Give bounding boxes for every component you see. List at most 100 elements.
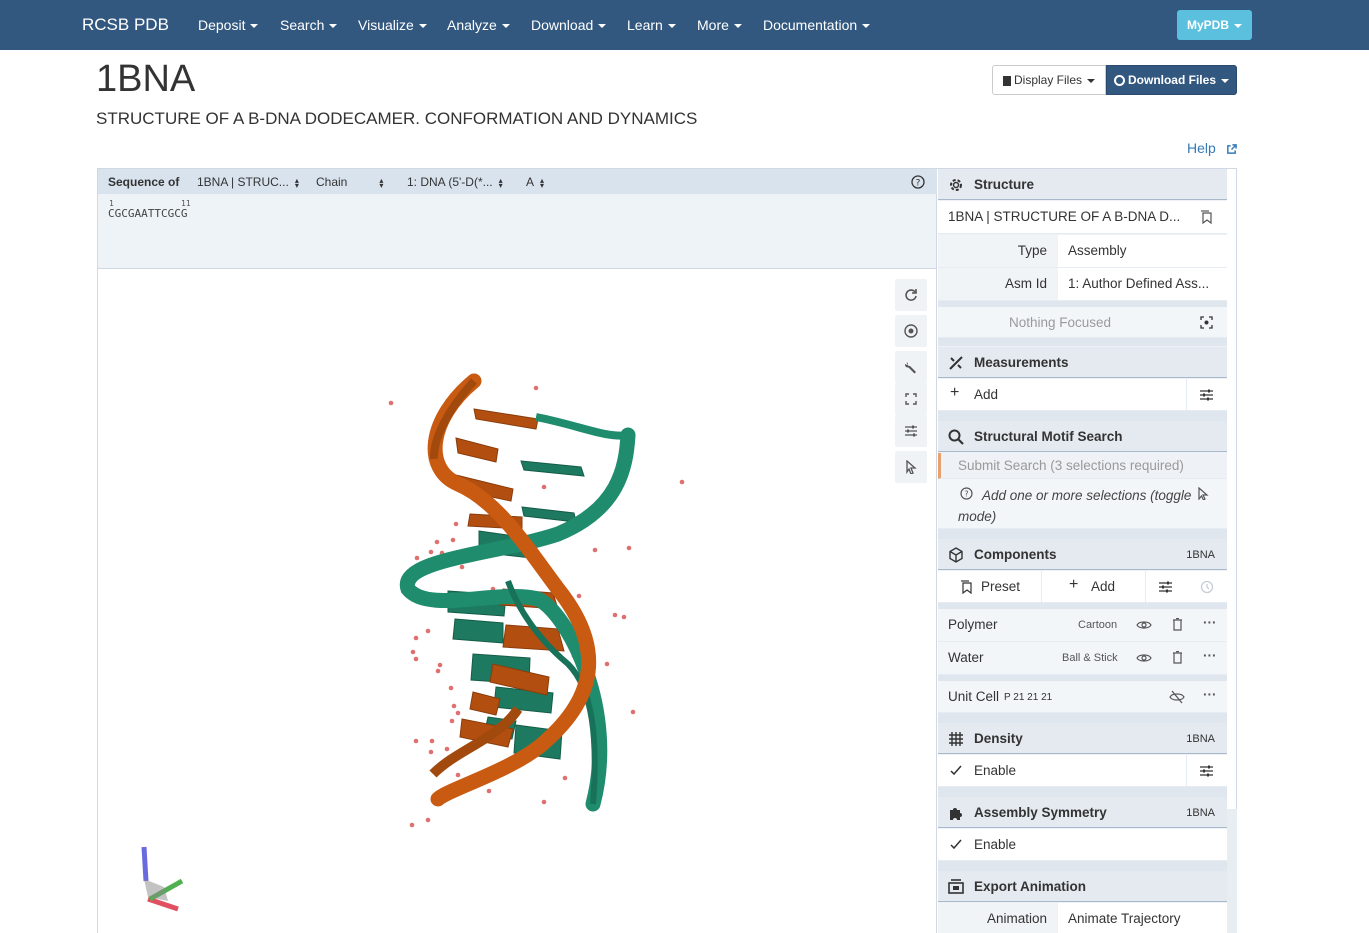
- components-section-header[interactable]: Components 1BNA: [938, 539, 1227, 570]
- density-section-header[interactable]: Density 1BNA: [938, 723, 1227, 754]
- check-icon: [950, 839, 962, 850]
- structure-select[interactable]: 1BNA | STRUC... ▴ ▾: [197, 175, 299, 189]
- structure-section-header[interactable]: Structure: [938, 169, 1227, 200]
- selection-mode-button[interactable]: [895, 451, 927, 483]
- add-component-button[interactable]: + Add: [1042, 571, 1145, 602]
- preset-button[interactable]: Preset: [938, 571, 1041, 602]
- structure-type-row[interactable]: Type Assembly: [938, 235, 1227, 268]
- reset-view-button[interactable]: [895, 279, 927, 311]
- check-icon: [950, 765, 962, 776]
- control-panel: Structure 1BNA | STRUCTURE OF A B-DNA D.…: [938, 169, 1227, 933]
- nav-analyze[interactable]: Analyze: [447, 17, 510, 33]
- nav-documentation[interactable]: Documentation: [763, 17, 871, 33]
- motif-submit-row[interactable]: Submit Search (3 selections required): [938, 453, 1227, 479]
- sequence-residues[interactable]: CGCGAATTCGCG: [108, 207, 187, 220]
- assembly-symmetry-section-header[interactable]: Assembly Symmetry 1BNA: [938, 797, 1227, 828]
- sliders-icon[interactable]: [1200, 389, 1213, 401]
- nav-more[interactable]: More: [697, 17, 742, 33]
- bookmark-icon[interactable]: [1200, 210, 1213, 224]
- search-icon: [948, 429, 964, 445]
- measurements-add-row[interactable]: + Add: [938, 379, 1227, 411]
- page-title: 1BNA: [96, 58, 196, 100]
- molstar-viewer: Sequence of 1BNA | STRUC... ▴ ▾ Chain ▴ ▾ 1:…: [97, 168, 1237, 933]
- focus-icon[interactable]: [1200, 316, 1213, 329]
- component-row-polymer[interactable]: Polymer Cartoon ···: [938, 609, 1227, 642]
- cursor-icon: [906, 460, 917, 474]
- entity-select[interactable]: 1: DNA (5'-D(*... ▴ ▾: [407, 175, 503, 189]
- help-circle-icon[interactable]: ?: [911, 175, 925, 189]
- motif-submit-button[interactable]: Submit Search (3 selections required): [958, 458, 1184, 473]
- asm-id-row[interactable]: Asm Id 1: Author Defined Ass...: [938, 268, 1227, 301]
- structure-name-row[interactable]: 1BNA | STRUCTURE OF A B-DNA D...: [938, 201, 1227, 234]
- nav-visualize[interactable]: Visualize: [358, 17, 427, 33]
- svg-text:?: ?: [916, 179, 921, 189]
- trash-icon[interactable]: [1172, 651, 1183, 664]
- sliders-icon[interactable]: [1159, 581, 1172, 593]
- controls-toggle-button[interactable]: [895, 351, 927, 383]
- ruler-icon: [949, 356, 963, 370]
- animation-row[interactable]: Animation Animate Trajectory: [938, 903, 1227, 933]
- export-animation-section-header[interactable]: Export Animation: [938, 871, 1227, 902]
- trash-icon[interactable]: [1172, 618, 1183, 631]
- component-representation[interactable]: Cartoon: [1078, 619, 1117, 631]
- focus-status: Nothing Focused: [1009, 315, 1112, 330]
- focus-row[interactable]: Nothing Focused: [938, 307, 1227, 338]
- download-files-button[interactable]: Download Files: [1106, 65, 1237, 95]
- 3d-canvas[interactable]: [98, 269, 937, 933]
- sequence-panel: Sequence of 1BNA | STRUC... ▴ ▾ Chain ▴ ▾ 1:…: [98, 169, 937, 269]
- external-link-icon: [1226, 143, 1237, 154]
- density-enable-row[interactable]: Enable: [938, 755, 1227, 787]
- asm-id-value[interactable]: 1: Author Defined Ass...: [1068, 276, 1209, 291]
- component-representation[interactable]: Ball & Stick: [1062, 652, 1118, 664]
- component-row-water[interactable]: Water Ball & Stick ···: [938, 642, 1227, 675]
- file-icon: [1002, 75, 1011, 86]
- symmetry-enable-label: Enable: [974, 837, 1017, 852]
- motif-search-section-header[interactable]: Structural Motif Search: [938, 421, 1227, 452]
- film-icon: [948, 879, 964, 894]
- mypdb-button[interactable]: MyPDB: [1177, 10, 1252, 40]
- entry-subtitle: STRUCTURE OF A B-DNA DODECAMER. CONFORMA…: [96, 109, 698, 128]
- symmetry-tag: 1BNA: [1186, 807, 1215, 819]
- type-value[interactable]: Assembly: [1068, 243, 1127, 258]
- nav-search[interactable]: Search: [280, 17, 338, 33]
- eye-icon[interactable]: [1136, 652, 1152, 664]
- panel-scrollbar[interactable]: [1227, 809, 1237, 933]
- animation-value[interactable]: Animate Trajectory: [1068, 911, 1181, 926]
- history-icon[interactable]: [1200, 580, 1214, 594]
- screenshot-button[interactable]: [895, 315, 927, 347]
- dna-structure-render: [141, 373, 685, 912]
- expand-button[interactable]: [895, 383, 927, 415]
- help-link[interactable]: Help: [1187, 140, 1237, 156]
- gear-icon: [950, 179, 962, 191]
- cursor-icon: [1198, 487, 1209, 500]
- mode-select[interactable]: Chain ▴ ▾: [316, 175, 383, 189]
- eye-icon[interactable]: [1136, 619, 1152, 631]
- download-icon: [1113, 75, 1125, 87]
- nav-learn[interactable]: Learn: [627, 17, 676, 33]
- component-row-unit-cell[interactable]: Unit Cell P 21 21 21 ···: [938, 681, 1227, 713]
- nav-deposit[interactable]: Deposit: [198, 17, 259, 33]
- components-tag: 1BNA: [1186, 549, 1215, 561]
- asm-id-label: Asm Id: [1004, 276, 1047, 291]
- measurements-add-label: Add: [974, 387, 999, 402]
- motif-hint-row: ? Add one or more selections (toggle mod…: [938, 479, 1227, 529]
- display-files-button[interactable]: Display Files: [992, 65, 1106, 95]
- grid-icon: [949, 732, 963, 746]
- settings-button[interactable]: [895, 415, 927, 447]
- animation-label: Animation: [986, 911, 1047, 926]
- more-options-icon[interactable]: ···: [1203, 648, 1217, 663]
- brand-logo[interactable]: RCSB PDB: [82, 15, 169, 35]
- cube-icon: [949, 547, 963, 563]
- eye-off-icon[interactable]: [1169, 690, 1185, 704]
- plus-icon: +: [1069, 576, 1079, 593]
- more-options-icon[interactable]: ···: [1203, 687, 1217, 702]
- nav-download[interactable]: Download: [531, 17, 607, 33]
- more-options-icon[interactable]: ···: [1203, 615, 1217, 630]
- sliders-icon[interactable]: [1200, 765, 1213, 777]
- camera-aperture-icon: [904, 324, 918, 338]
- components-actions-row: Preset + Add: [938, 571, 1227, 603]
- symmetry-enable-row[interactable]: Enable: [938, 829, 1227, 861]
- chain-select[interactable]: A ▴ ▾: [526, 175, 544, 189]
- refresh-icon: [905, 289, 917, 301]
- measurements-section-header[interactable]: Measurements: [938, 347, 1227, 378]
